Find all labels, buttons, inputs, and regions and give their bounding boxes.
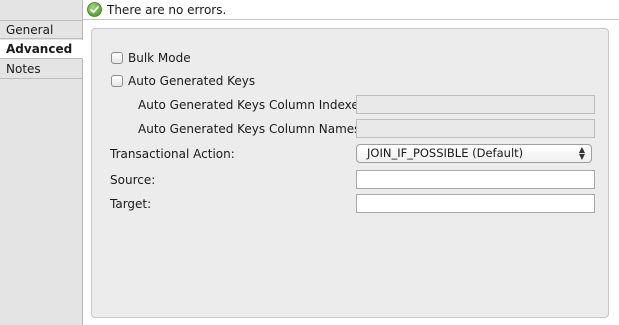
source-label: Source:	[110, 173, 156, 187]
tab-rail: General Advanced Notes	[0, 0, 83, 325]
tab-advanced[interactable]: Advanced	[0, 40, 83, 59]
status-message: There are no errors.	[107, 3, 227, 17]
source-input[interactable]	[356, 170, 595, 189]
transactional-action-label: Transactional Action:	[110, 147, 235, 161]
select-arrows-icon: ▲ ▼	[578, 145, 585, 161]
tab-general[interactable]: General	[0, 20, 82, 39]
check-circle-icon	[87, 2, 102, 17]
transactional-action-value: JOIN_IF_POSSIBLE (Default)	[367, 146, 524, 160]
auto-generated-keys-label: Auto Generated Keys	[128, 74, 256, 88]
transactional-action-select[interactable]: JOIN_IF_POSSIBLE (Default) ▲ ▼	[356, 144, 592, 163]
keys-column-names-label: Auto Generated Keys Column Names:	[138, 122, 365, 136]
keys-column-names-input[interactable]	[356, 119, 595, 138]
keys-column-indexes-input[interactable]	[356, 95, 595, 114]
auto-generated-keys-checkbox[interactable]	[111, 75, 123, 87]
target-input[interactable]	[356, 194, 595, 213]
tab-notes[interactable]: Notes	[0, 60, 82, 79]
advanced-panel: Bulk Mode Auto Generated Keys Auto Gener…	[91, 28, 609, 318]
status-bar: There are no errors.	[83, 0, 619, 20]
bulk-mode-checkbox[interactable]	[111, 52, 123, 64]
keys-column-indexes-label: Auto Generated Keys Column Indexes:	[138, 98, 370, 112]
target-label: Target:	[110, 197, 152, 211]
bulk-mode-label: Bulk Mode	[128, 51, 191, 65]
